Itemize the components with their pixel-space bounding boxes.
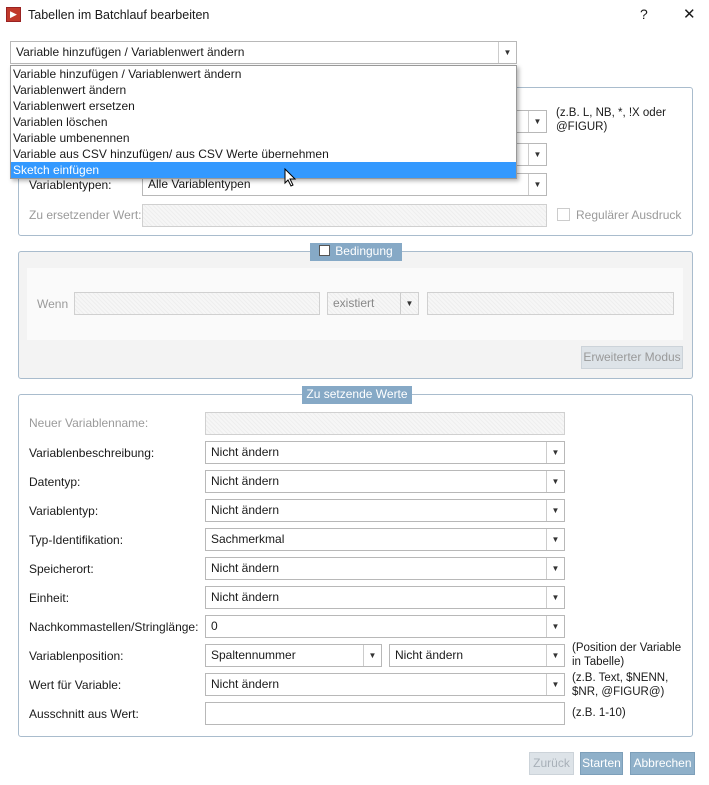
help-button[interactable]: ? [640,6,648,22]
if-label: Wenn [37,297,69,311]
description-label: Variablenbeschreibung: [29,446,155,460]
chevron-down-icon[interactable]: ▼ [546,645,564,666]
position-value: Nicht ändern [395,648,464,662]
cancel-button[interactable]: Abbrechen [630,752,695,775]
position-type-value: Spaltennummer [211,648,296,662]
chevron-down-icon[interactable]: ▼ [546,587,564,608]
chevron-down-icon[interactable]: ▼ [546,500,564,521]
chevron-down-icon[interactable]: ▼ [546,442,564,463]
close-button[interactable]: ✕ [683,5,696,23]
variable-name-hint: (z.B. L, NB, *, !X oder @FIGUR) [556,107,666,133]
datatype-select[interactable]: Nicht ändern ▼ [205,470,565,493]
condition-checkbox[interactable] [319,245,331,256]
datatype-value: Nicht ändern [211,474,280,488]
option-csv[interactable]: Variable aus CSV hinzufügen/ aus CSV Wer… [11,146,516,162]
chevron-down-icon[interactable]: ▼ [546,558,564,579]
mode-dropdown-list: Variable hinzufügen / Variablenwert ände… [10,65,517,179]
condition-operator-value: existiert [333,296,375,310]
app-icon: ▶ [6,7,21,22]
chevron-down-icon[interactable]: ▼ [528,111,546,132]
position-label: Variablenposition: [29,649,124,663]
chevron-down-icon[interactable]: ▼ [546,616,564,637]
storage-label: Speicherort: [29,562,94,576]
type-id-value: Sachmerkmal [211,532,285,546]
unit-label: Einheit: [29,591,70,605]
storage-value: Nicht ändern [211,561,280,575]
mode-select[interactable]: Variable hinzufügen / Variablenwert ände… [10,41,517,64]
option-insert-sketch[interactable]: Sketch einfügen [11,162,516,178]
decimals-label: Nachkommastellen/Stringlänge: [29,620,199,634]
chevron-down-icon[interactable]: ▼ [546,529,564,550]
chevron-down-icon[interactable]: ▼ [400,293,418,314]
option-change-value[interactable]: Variablenwert ändern [11,82,516,98]
chevron-down-icon[interactable]: ▼ [546,471,564,492]
condition-operator-select[interactable]: existiert ▼ [327,292,419,315]
back-button[interactable]: Zurück [529,752,574,775]
type-id-select[interactable]: Sachmerkmal ▼ [205,528,565,551]
regex-label: Regulärer Ausdruck [576,208,682,222]
variable-types-value: Alle Variablentypen [148,177,251,191]
option-rename-variable[interactable]: Variable umbenennen [11,130,516,146]
datatype-label: Datentyp: [29,475,81,489]
condition-left-input[interactable] [74,292,320,315]
chevron-down-icon[interactable]: ▼ [528,144,546,165]
description-value: Nicht ändern [211,445,280,459]
condition-right-input[interactable] [427,292,674,315]
start-button[interactable]: Starten [580,752,623,775]
decimals-select[interactable]: 0 ▼ [205,615,565,638]
mouse-cursor-icon [284,168,297,187]
description-select[interactable]: Nicht ändern ▼ [205,441,565,464]
regex-checkbox[interactable] [557,208,570,221]
variable-types-label: Variablentypen: [29,178,112,192]
value-label: Wert für Variable: [29,678,122,692]
window-title: Tabellen im Batchlauf bearbeiten [28,8,210,22]
unit-select[interactable]: Nicht ändern ▼ [205,586,565,609]
position-value-select[interactable]: Nicht ändern ▼ [389,644,565,667]
chevron-down-icon[interactable]: ▼ [546,674,564,695]
chevron-down-icon[interactable]: ▼ [363,645,381,666]
unit-value: Nicht ändern [211,590,280,604]
excerpt-hint: (z.B. 1-10) [572,707,626,719]
chevron-down-icon[interactable]: ▼ [528,174,546,195]
option-replace-value[interactable]: Variablenwert ersetzen [11,98,516,114]
new-name-label: Neuer Variablenname: [29,416,149,430]
vartype-select[interactable]: Nicht ändern ▼ [205,499,565,522]
condition-header[interactable]: Bedingung [310,243,402,261]
vartype-value: Nicht ändern [211,503,280,517]
option-add-variable[interactable]: Variable hinzufügen / Variablenwert ände… [11,66,516,82]
new-name-input[interactable] [205,412,565,435]
mode-value: Variable hinzufügen / Variablenwert ände… [16,45,245,59]
type-id-label: Typ-Identifikation: [29,533,124,547]
replace-value-label: Zu ersetzender Wert: [29,208,142,222]
position-type-select[interactable]: Spaltennummer ▼ [205,644,382,667]
vartype-label: Variablentyp: [29,504,99,518]
storage-select[interactable]: Nicht ändern ▼ [205,557,565,580]
decimals-value: 0 [211,619,218,633]
advanced-mode-button[interactable]: Erweiterter Modus [581,346,683,369]
condition-title: Bedingung [335,244,393,258]
excerpt-input[interactable] [205,702,565,725]
values-header: Zu setzende Werte [302,386,412,404]
value-value: Nicht ändern [211,677,280,691]
excerpt-label: Ausschnitt aus Wert: [29,707,139,721]
position-hint: (Position der Variable in Tabelle) [572,642,682,668]
option-delete-variables[interactable]: Variablen löschen [11,114,516,130]
value-select[interactable]: Nicht ändern ▼ [205,673,565,696]
replace-value-input[interactable] [142,204,547,227]
chevron-down-icon[interactable]: ▼ [498,42,516,63]
value-hint: (z.B. Text, $NENN, $NR, @FIGUR@) [572,672,669,698]
